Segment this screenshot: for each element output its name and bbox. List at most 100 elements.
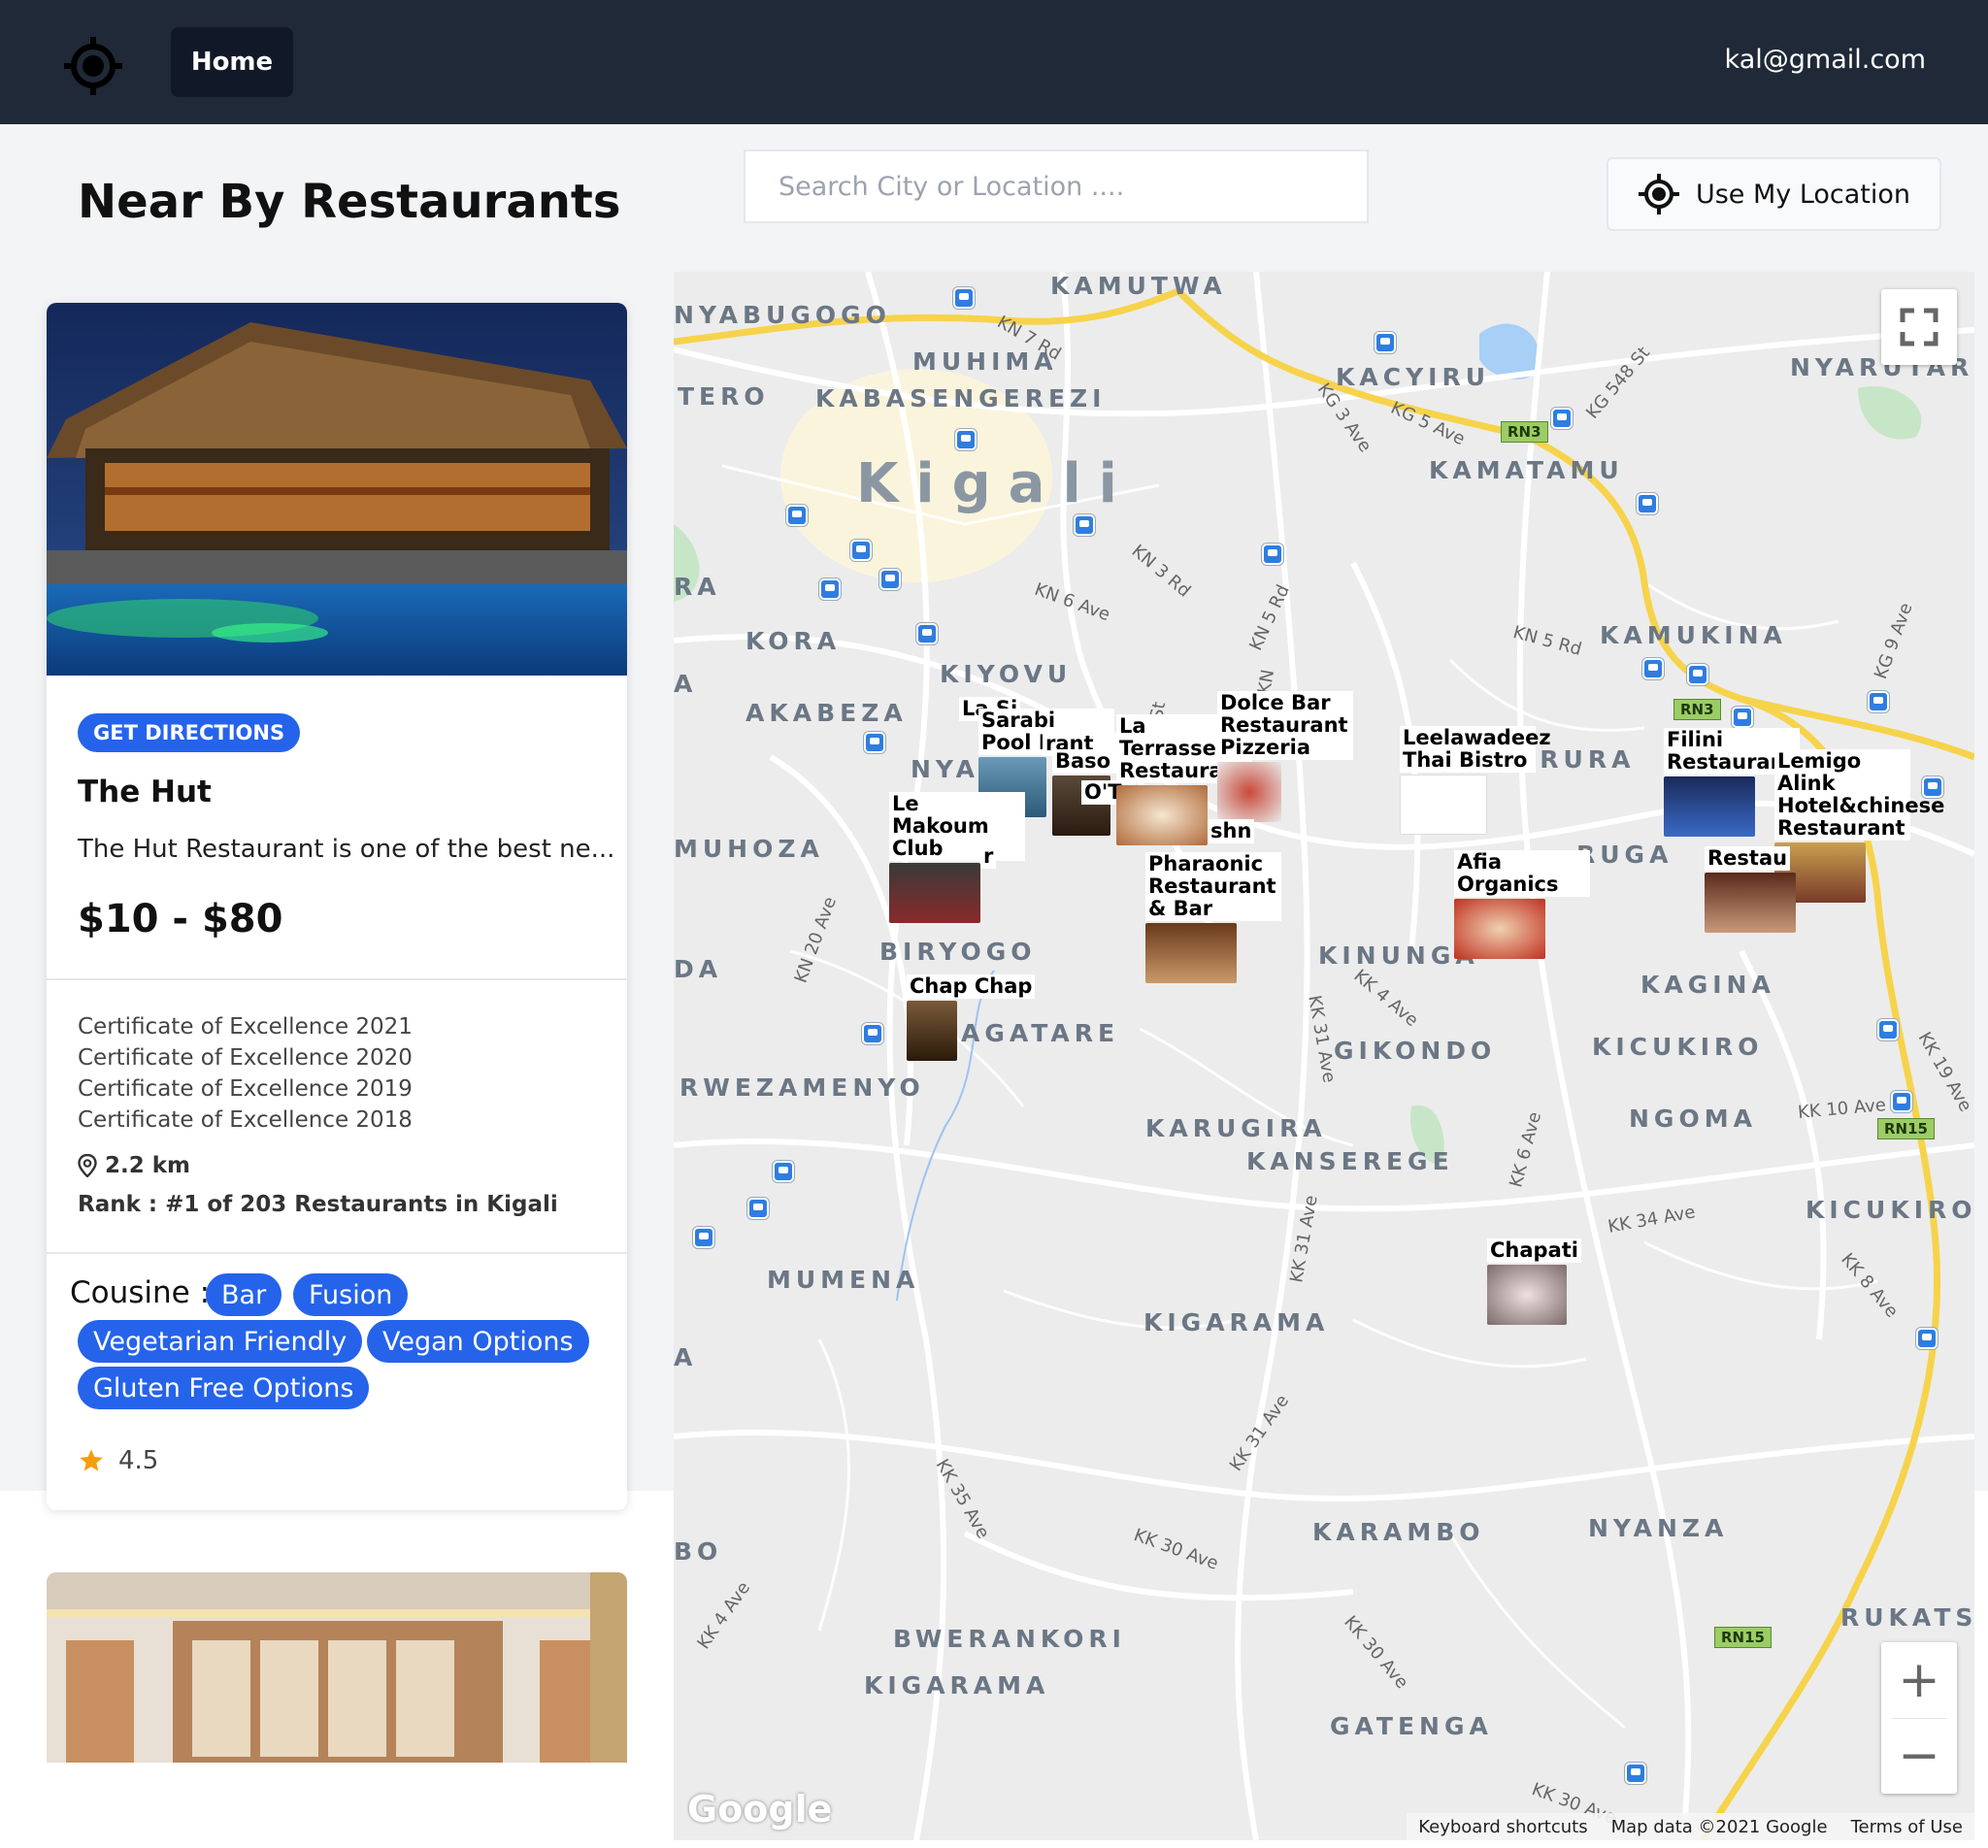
cuisine-tag[interactable]: Bar xyxy=(206,1273,282,1316)
map-marker-label: Chapati xyxy=(1487,1238,1581,1263)
keyboard-shortcuts-link[interactable]: Keyboard shortcuts xyxy=(1418,1817,1587,1837)
map-marker-thumbnail xyxy=(1116,785,1208,845)
area-label: GATENGA xyxy=(1330,1712,1493,1740)
restaurant-card[interactable] xyxy=(47,1572,627,1763)
map-marker[interactable]: Chap Chap xyxy=(907,974,1036,1061)
map-marker-label: Dolce Bar Restaurant Pizzeria xyxy=(1217,691,1353,760)
map-marker-label: shn xyxy=(1208,819,1255,843)
use-my-location-button[interactable]: Use My Location xyxy=(1607,157,1941,231)
bus-stop-icon[interactable] xyxy=(1868,691,1889,712)
route-badge: RN15 xyxy=(1714,1627,1772,1648)
map-marker-thumbnail xyxy=(1400,775,1487,835)
crosshair-logo-icon[interactable] xyxy=(62,35,124,97)
bus-stop-icon[interactable] xyxy=(747,1198,769,1219)
bus-stop-icon[interactable] xyxy=(1891,1091,1912,1112)
map-marker-label: Leelawadeez Thai Bistro xyxy=(1400,726,1551,773)
area-label: JRURA xyxy=(1526,745,1636,774)
search-input[interactable] xyxy=(744,149,1369,223)
award-item: Certificate of Excellence 2020 xyxy=(78,1045,413,1071)
area-label: KAMATAMU xyxy=(1429,456,1624,484)
bus-stop-icon[interactable] xyxy=(773,1161,794,1182)
map-marker-thumbnail xyxy=(1487,1265,1567,1325)
area-label: BO xyxy=(674,1537,723,1566)
bus-stop-icon[interactable] xyxy=(1625,1763,1646,1784)
bus-stop-icon[interactable] xyxy=(786,505,808,526)
award-item: Certificate of Excellence 2018 xyxy=(78,1107,413,1133)
page-title: Near By Restaurants xyxy=(78,175,621,229)
area-label: GIKONDO xyxy=(1334,1037,1497,1065)
google-logo: Google xyxy=(687,1788,833,1831)
restaurant-card[interactable]: GET DIRECTIONS The Hut The Hut Restauran… xyxy=(47,303,627,1510)
bus-stop-icon[interactable] xyxy=(1642,658,1664,679)
award-item: Certificate of Excellence 2021 xyxy=(78,1014,413,1040)
map-marker-thumbnail xyxy=(1664,776,1755,837)
zoom-out-button[interactable]: − xyxy=(1881,1718,1957,1794)
bus-stop-icon[interactable] xyxy=(955,429,977,450)
map-marker[interactable]: Filini Restaurant xyxy=(1664,728,1800,837)
map-marker[interactable]: Dolce Bar Restaurant Pizzeria xyxy=(1217,691,1353,822)
map-marker-label: Lemigo Alink Hotel&chinese Restaurant xyxy=(1774,749,1944,841)
bus-stop-icon[interactable] xyxy=(1877,1019,1899,1040)
award-item: Certificate of Excellence 2019 xyxy=(78,1076,413,1102)
bus-stop-icon[interactable] xyxy=(1262,544,1283,565)
map-marker[interactable]: Chapati xyxy=(1487,1238,1584,1325)
bus-stop-icon[interactable] xyxy=(916,623,938,644)
map-marker-thumbnail xyxy=(889,863,980,923)
zoom-in-button[interactable]: + xyxy=(1881,1642,1957,1718)
area-label: KACYIRU xyxy=(1336,363,1491,391)
bus-stop-icon[interactable] xyxy=(1916,1328,1938,1349)
divider xyxy=(47,978,627,980)
map-attribution: Keyboard shortcuts Map data ©2021 Google… xyxy=(1407,1813,1974,1840)
map-marker[interactable]: Pharaonic Restaurant & Bar xyxy=(1145,852,1281,983)
bus-stop-icon[interactable] xyxy=(1732,707,1753,728)
user-email[interactable]: kal@gmail.com xyxy=(1725,45,1926,75)
awards-list: Certificate of Excellence 2021 Certifica… xyxy=(78,1011,413,1136)
area-label: RUGA xyxy=(1576,841,1673,869)
city-label: Kigali xyxy=(856,452,1135,515)
cuisine-tag[interactable]: Vegetarian Friendly xyxy=(78,1320,363,1363)
terms-of-use-link[interactable]: Terms of Use xyxy=(1851,1817,1963,1837)
map-marker-thumbnail xyxy=(1217,762,1281,822)
bus-stop-icon[interactable] xyxy=(1687,664,1708,685)
nav-home-button[interactable]: Home xyxy=(171,27,293,97)
bus-stop-icon[interactable] xyxy=(693,1227,714,1248)
bus-stop-icon[interactable] xyxy=(1074,514,1095,536)
bus-stop-icon[interactable] xyxy=(879,569,901,590)
map-marker-thumbnail xyxy=(907,1001,957,1061)
map-marker-label: Afia Organics xyxy=(1454,850,1590,897)
map-marker-thumbnail xyxy=(1454,899,1545,959)
area-label: NYABUGOGO xyxy=(674,301,891,329)
cuisine-label: Cousine : xyxy=(70,1275,211,1310)
area-label: KAGINA xyxy=(1640,971,1775,999)
bus-stop-icon[interactable] xyxy=(953,287,975,309)
bus-stop-icon[interactable] xyxy=(862,1023,883,1044)
map[interactable]: Kigali KAMUTWA NYABUGOGO MUHIMA KABASENG… xyxy=(674,272,1974,1840)
map-marker[interactable]: Le Makoum Club xyxy=(889,792,1025,923)
map-marker-thumbnail xyxy=(1145,923,1237,983)
map-marker-thumbnail xyxy=(1705,873,1796,933)
map-marker[interactable]: La Terrasse Restaurant xyxy=(1116,714,1252,845)
restaurant-photo xyxy=(47,1572,627,1763)
map-marker[interactable]: Afia Organics xyxy=(1454,850,1590,959)
map-marker[interactable]: Leelawadeez Thai Bistro xyxy=(1400,726,1551,835)
bus-stop-icon[interactable] xyxy=(850,540,872,561)
bus-stop-icon[interactable] xyxy=(864,732,885,753)
cuisine-tag[interactable]: Fusion xyxy=(293,1273,409,1316)
bus-stop-icon[interactable] xyxy=(1637,493,1658,514)
restaurant-name[interactable]: The Hut xyxy=(78,775,212,809)
map-marker[interactable]: Restau xyxy=(1705,846,1802,933)
get-directions-button[interactable]: GET DIRECTIONS xyxy=(78,713,301,752)
area-label: NYANZA xyxy=(1588,1514,1729,1542)
zoom-control: + − xyxy=(1881,1642,1957,1794)
area-label: AKABEZA xyxy=(746,699,908,727)
map-marker-label: Pharaonic Restaurant & Bar xyxy=(1145,852,1281,921)
cuisine-tag[interactable]: Gluten Free Options xyxy=(78,1367,370,1409)
bus-stop-icon[interactable] xyxy=(1551,408,1573,429)
fullscreen-button[interactable] xyxy=(1881,289,1957,365)
bus-stop-icon[interactable] xyxy=(1375,332,1396,353)
map-marker[interactable]: shn xyxy=(1208,819,1305,843)
map-marker[interactable]: r xyxy=(980,844,1077,869)
bus-stop-icon[interactable] xyxy=(819,578,841,600)
distance-value: 2.2 km xyxy=(105,1153,191,1178)
cuisine-tag[interactable]: Vegan Options xyxy=(367,1320,589,1363)
